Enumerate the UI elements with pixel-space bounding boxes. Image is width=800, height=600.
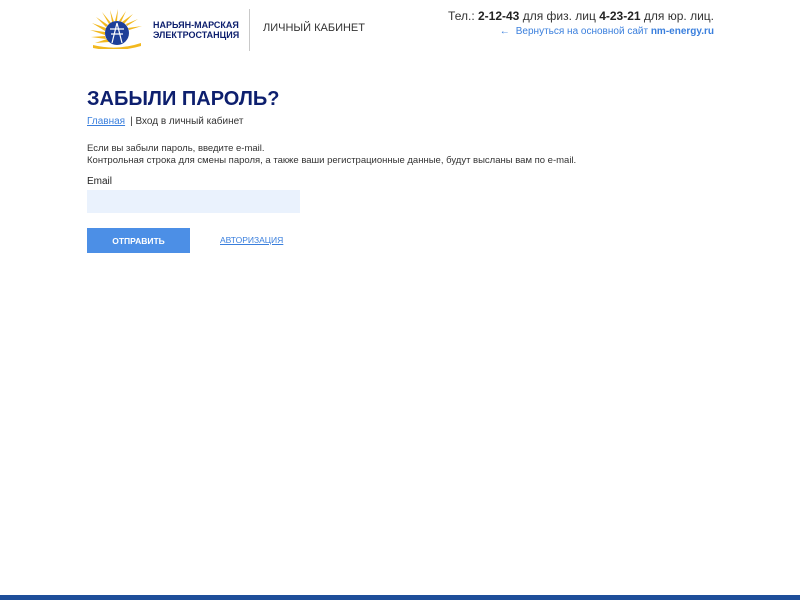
email-input[interactable] xyxy=(87,190,300,213)
footer-bar xyxy=(0,595,800,600)
breadcrumb-current: | Вход в личный кабинет xyxy=(130,116,244,127)
logo-icon[interactable] xyxy=(88,9,146,49)
company-name-line2: ЭЛЕКТРОСТАНЦИЯ xyxy=(153,30,240,40)
phone-individuals-label: для физ. лиц xyxy=(519,9,600,23)
phone-legal-label: для юр. лиц. xyxy=(640,9,714,23)
instructions-line1: Если вы забыли пароль, введите e-mail. xyxy=(87,143,265,154)
arrow-left-icon: ← xyxy=(499,26,510,37)
phone-prefix: Тел.: xyxy=(448,9,478,23)
back-to-main-site-link[interactable]: ← Вернуться на основной сайт nm-energy.ru xyxy=(500,26,714,37)
email-label: Email xyxy=(87,176,113,187)
phone-individuals: 2-12-43 xyxy=(477,9,520,23)
back-link-text: Вернуться на основной сайт xyxy=(515,26,651,37)
instructions-line2: Контрольная строка для смены пароля, а т… xyxy=(87,155,577,166)
phone-info: Тел.: 2-12-43 для физ. лиц 4-23-21 для ю… xyxy=(448,9,714,23)
instructions: Если вы забыли пароль, введите e-mail. К… xyxy=(87,143,576,167)
header-divider xyxy=(249,9,250,51)
breadcrumb: Главная | Вход в личный кабинет xyxy=(87,116,243,127)
submit-button[interactable]: ОТПРАВИТЬ xyxy=(87,228,190,253)
company-name: НАРЬЯН-МАРСКАЯ ЭЛЕКТРОСТАНЦИЯ xyxy=(153,20,239,40)
breadcrumb-home-link[interactable]: Главная xyxy=(87,116,125,127)
authorization-link[interactable]: АВТОРИЗАЦИЯ xyxy=(220,235,283,245)
phone-legal: 4-23-21 xyxy=(599,9,641,23)
page-title: ЗАБЫЛИ ПАРОЛЬ? xyxy=(87,88,280,110)
company-name-line1: НАРЬЯН-МАРСКАЯ xyxy=(153,20,239,30)
cabinet-label: ЛИЧНЫЙ КАБИНЕТ xyxy=(263,22,365,34)
back-link-domain: nm-energy.ru xyxy=(650,26,714,37)
